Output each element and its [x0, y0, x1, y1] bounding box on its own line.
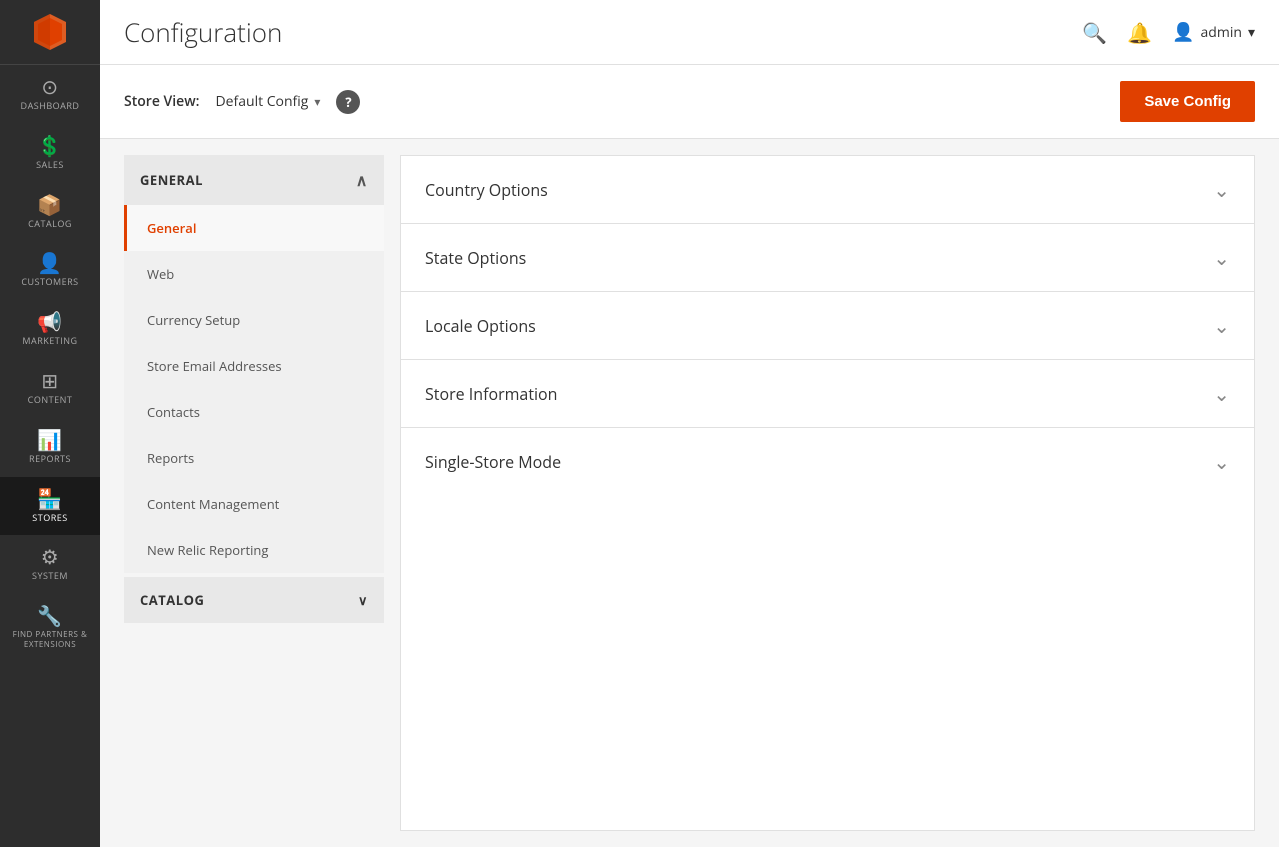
accordion-chevron-store-information: ⌄	[1213, 380, 1230, 407]
store-view-bar: Store View: Default Config ▾ ? Save Conf…	[100, 65, 1279, 139]
sidebar-item-marketing[interactable]: 📢 MARKETING	[0, 300, 100, 359]
help-label: ?	[345, 93, 351, 111]
catalog-section-label: CATALOG	[140, 591, 204, 609]
accordion-chevron-state-options: ⌄	[1213, 244, 1230, 271]
sidebar-label-reports: REPORTS	[29, 454, 71, 465]
main-content: Configuration 🔍 🔔 👤 admin ▾ Store View: …	[100, 0, 1279, 847]
sidebar-item-customers[interactable]: 👤 CUSTOMERS	[0, 241, 100, 300]
sidebar-item-content[interactable]: ⊞ CONTENT	[0, 359, 100, 418]
accordion-header-single-store-mode[interactable]: Single-Store Mode ⌄	[401, 428, 1254, 495]
page-title: Configuration	[124, 14, 282, 50]
accordion-title-single-store-mode: Single-Store Mode	[425, 451, 561, 473]
store-view-chevron: ▾	[314, 93, 320, 110]
nav-item-contacts[interactable]: Contacts	[124, 389, 384, 435]
accordion-title-locale-options: Locale Options	[425, 315, 536, 337]
sidebar-item-sales[interactable]: 💲 SALES	[0, 124, 100, 183]
accordion-chevron-country-options: ⌄	[1213, 176, 1230, 203]
user-menu-chevron: ▾	[1248, 23, 1255, 42]
accordion-header-locale-options[interactable]: Locale Options ⌄	[401, 292, 1254, 359]
nav-item-currency-setup[interactable]: Currency Setup	[124, 297, 384, 343]
accordion-header-store-information[interactable]: Store Information ⌄	[401, 360, 1254, 427]
system-icon: ⚙	[41, 547, 59, 567]
user-menu[interactable]: 👤 admin ▾	[1172, 20, 1255, 44]
accordion-locale-options: Locale Options ⌄	[401, 292, 1254, 360]
save-config-button[interactable]: Save Config	[1120, 81, 1255, 122]
accordion-chevron-locale-options: ⌄	[1213, 312, 1230, 339]
sidebar-label-customers: CUSTOMERS	[21, 277, 78, 288]
nav-item-general[interactable]: General	[124, 205, 384, 251]
nav-item-web[interactable]: Web	[124, 251, 384, 297]
stores-icon: 🏪	[37, 489, 62, 509]
user-name: admin	[1201, 23, 1242, 42]
sidebar-item-dashboard[interactable]: ⊙ DASHBOARD	[0, 65, 100, 124]
sidebar-label-sales: SALES	[36, 160, 64, 171]
sidebar-label-stores: STORES	[32, 513, 67, 524]
bell-icon[interactable]: 🔔	[1127, 19, 1152, 46]
accordion-title-state-options: State Options	[425, 247, 526, 269]
accordion-single-store-mode: Single-Store Mode ⌄	[401, 428, 1254, 495]
catalog-section-header[interactable]: CATALOG ∨	[124, 577, 384, 623]
nav-item-store-email-addresses[interactable]: Store Email Addresses	[124, 343, 384, 389]
nav-item-new-relic-reporting[interactable]: New Relic Reporting	[124, 527, 384, 573]
sidebar-label-marketing: MARKETING	[22, 336, 77, 347]
sidebar: ⊙ DASHBOARD 💲 SALES 📦 CATALOG 👤 CUSTOMER…	[0, 0, 100, 847]
content-icon: ⊞	[41, 371, 58, 391]
general-section-label: GENERAL	[140, 171, 203, 189]
sidebar-item-stores[interactable]: 🏪 STORES	[0, 477, 100, 536]
sidebar-label-catalog: CATALOG	[28, 219, 72, 230]
right-panel: Country Options ⌄ State Options ⌄ Locale…	[400, 155, 1255, 831]
sidebar-item-system[interactable]: ⚙ SYSTEM	[0, 535, 100, 594]
sidebar-logo	[0, 0, 100, 65]
accordion-store-information: Store Information ⌄	[401, 360, 1254, 428]
marketing-icon: 📢	[37, 312, 62, 332]
general-section-body: General Web Currency Setup Store Email A…	[124, 205, 384, 573]
accordion-chevron-single-store-mode: ⌄	[1213, 448, 1230, 475]
store-view-value: Default Config	[215, 92, 308, 111]
catalog-icon: 📦	[37, 195, 62, 215]
left-panel: GENERAL ∧ General Web Currency Setup Sto…	[124, 155, 384, 831]
general-section-header[interactable]: GENERAL ∧	[124, 155, 384, 205]
sidebar-label-content: CONTENT	[28, 395, 73, 406]
reports-icon: 📊	[37, 430, 62, 450]
store-view-label: Store View:	[124, 92, 199, 111]
sidebar-label-dashboard: DASHBOARD	[21, 101, 80, 112]
general-section-chevron-up: ∧	[356, 169, 368, 191]
store-view-select[interactable]: Default Config ▾	[215, 92, 320, 111]
sidebar-item-find-partners[interactable]: 🔧 FIND PARTNERS & EXTENSIONS	[0, 594, 100, 661]
sidebar-item-reports[interactable]: 📊 REPORTS	[0, 418, 100, 477]
sidebar-item-catalog[interactable]: 📦 CATALOG	[0, 183, 100, 242]
sales-icon: 💲	[37, 136, 62, 156]
accordion-title-country-options: Country Options	[425, 179, 548, 201]
nav-item-reports[interactable]: Reports	[124, 435, 384, 481]
accordion-title-store-information: Store Information	[425, 383, 558, 405]
sidebar-label-system: SYSTEM	[32, 571, 68, 582]
find-partners-icon: 🔧	[37, 606, 62, 626]
catalog-section-chevron: ∨	[358, 591, 368, 609]
accordion-header-state-options[interactable]: State Options ⌄	[401, 224, 1254, 291]
body-split: GENERAL ∧ General Web Currency Setup Sto…	[100, 139, 1279, 847]
accordion-state-options: State Options ⌄	[401, 224, 1254, 292]
search-icon[interactable]: 🔍	[1082, 19, 1107, 46]
user-avatar-icon: 👤	[1172, 20, 1194, 44]
topbar: Configuration 🔍 🔔 👤 admin ▾	[100, 0, 1279, 65]
sidebar-label-find-partners: FIND PARTNERS & EXTENSIONS	[4, 630, 96, 649]
dashboard-icon: ⊙	[41, 77, 58, 97]
customers-icon: 👤	[37, 253, 62, 273]
nav-item-content-management[interactable]: Content Management	[124, 481, 384, 527]
accordion-country-options: Country Options ⌄	[401, 156, 1254, 224]
topbar-actions: 🔍 🔔 👤 admin ▾	[1082, 19, 1255, 46]
help-icon[interactable]: ?	[336, 90, 360, 114]
accordion-header-country-options[interactable]: Country Options ⌄	[401, 156, 1254, 223]
content-area: Store View: Default Config ▾ ? Save Conf…	[100, 65, 1279, 847]
